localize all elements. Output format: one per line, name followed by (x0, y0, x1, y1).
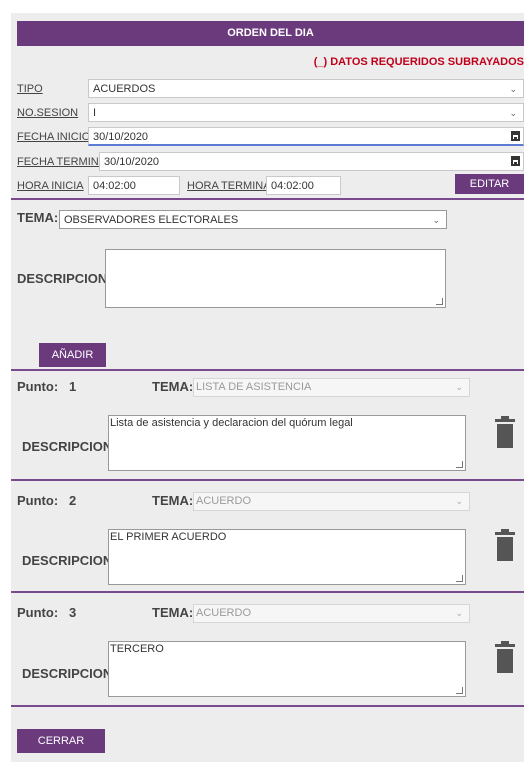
descripcion-textarea[interactable] (105, 249, 446, 308)
section-divider (11, 369, 524, 371)
trash-icon[interactable] (495, 416, 515, 449)
punto-tema-select[interactable]: ACUERDO ⌄ (193, 492, 470, 511)
hora-inicia-value: 04:02:00 (93, 180, 136, 192)
cerrar-button[interactable]: CERRAR (17, 729, 105, 753)
punto-tema-label: TEMA: (152, 605, 194, 620)
chevron-down-icon: ⌄ (455, 608, 463, 618)
resize-grip-icon[interactable] (456, 687, 463, 694)
punto-descripcion-textarea[interactable]: TERCERO (108, 641, 466, 697)
resize-grip-icon[interactable] (456, 575, 463, 582)
punto-label: Punto: (17, 379, 59, 394)
editar-button[interactable]: EDITAR (455, 174, 524, 194)
fecha-inicio-value: 30/10/2020 (93, 131, 149, 143)
sesion-label: NO.SESION (17, 107, 79, 119)
punto-label: Punto: (17, 605, 59, 620)
punto-tema-select[interactable]: LISTA DE ASISTENCIA ⌄ (193, 378, 470, 397)
fecha-termina-label: FECHA TERMINA: (17, 156, 110, 168)
chevron-down-icon: ⌄ (455, 496, 463, 506)
punto-tema-select[interactable]: ACUERDO ⌄ (193, 604, 470, 623)
tipo-value: ACUERDOS (93, 83, 156, 95)
hora-termina-label: HORA TERMINA: (187, 180, 274, 192)
chevron-down-icon: ⌄ (455, 382, 463, 392)
punto-descripcion-value: Lista de asistencia y declaracion del qu… (110, 417, 353, 429)
anadir-button[interactable]: AÑADIR (39, 343, 106, 367)
punto-number: 1 (69, 379, 77, 394)
punto-number: 2 (69, 493, 77, 508)
punto-label: Punto: (17, 493, 59, 508)
trash-icon[interactable] (495, 529, 515, 562)
punto-descripcion-label: DESCRIPCION: (22, 439, 117, 454)
required-note: (_) DATOS REQUERIDOS SUBRAYADOS (313, 56, 524, 68)
chevron-down-icon: ⌄ (432, 215, 440, 225)
panel-header: ORDEN DEL DIA (17, 21, 524, 46)
trash-icon[interactable] (495, 641, 515, 674)
section-divider (11, 591, 524, 593)
sesion-value: I (93, 107, 97, 119)
tipo-label: TIPO (17, 83, 43, 95)
punto-descripcion-textarea[interactable]: EL PRIMER ACUERDO (108, 529, 466, 585)
hora-inicia-input[interactable]: 04:02:00 (88, 176, 180, 195)
section-divider (11, 198, 524, 200)
fecha-termina-value: 30/10/2020 (104, 156, 160, 168)
fecha-inicio-label: FECHA INICIO: (17, 131, 94, 143)
punto-tema-value: ACUERDO (196, 495, 252, 507)
chevron-down-icon: ⌄ (509, 108, 517, 118)
calendar-icon[interactable] (511, 156, 520, 166)
tema-label: TEMA: (17, 210, 59, 225)
chevron-down-icon: ⌄ (509, 84, 517, 94)
punto-tema-label: TEMA: (152, 379, 194, 394)
descripcion-label: DESCRIPCION: (17, 271, 112, 286)
tema-value: OBSERVADORES ELECTORALES (64, 214, 239, 226)
resize-grip-icon[interactable] (456, 461, 463, 468)
sesion-select[interactable]: I ⌄ (88, 103, 524, 122)
punto-descripcion-textarea[interactable]: Lista de asistencia y declaracion del qu… (108, 415, 466, 471)
punto-tema-value: LISTA DE ASISTENCIA (196, 381, 312, 393)
punto-number: 3 (69, 605, 77, 620)
tema-select[interactable]: OBSERVADORES ELECTORALES ⌄ (59, 210, 447, 229)
punto-descripcion-label: DESCRIPCION: (22, 666, 117, 681)
hora-inicia-label: HORA INICIA (17, 180, 84, 192)
punto-tema-label: TEMA: (152, 493, 194, 508)
resize-grip-icon[interactable] (436, 298, 443, 305)
section-divider (11, 705, 524, 707)
calendar-icon[interactable] (511, 131, 520, 141)
fecha-termina-input[interactable]: 30/10/2020 (99, 152, 524, 171)
punto-descripcion-label: DESCRIPCION: (22, 553, 117, 568)
tipo-select[interactable]: ACUERDOS ⌄ (88, 79, 524, 98)
orden-del-dia-panel: ORDEN DEL DIA (_) DATOS REQUERIDOS SUBRA… (11, 13, 524, 762)
punto-descripcion-value: TERCERO (110, 643, 164, 655)
fecha-inicio-input[interactable]: 30/10/2020 (88, 127, 524, 146)
hora-termina-value: 04:02:00 (271, 180, 314, 192)
hora-termina-input[interactable]: 04:02:00 (266, 176, 341, 195)
section-divider (11, 479, 524, 481)
punto-tema-value: ACUERDO (196, 607, 252, 619)
punto-descripcion-value: EL PRIMER ACUERDO (110, 531, 227, 543)
